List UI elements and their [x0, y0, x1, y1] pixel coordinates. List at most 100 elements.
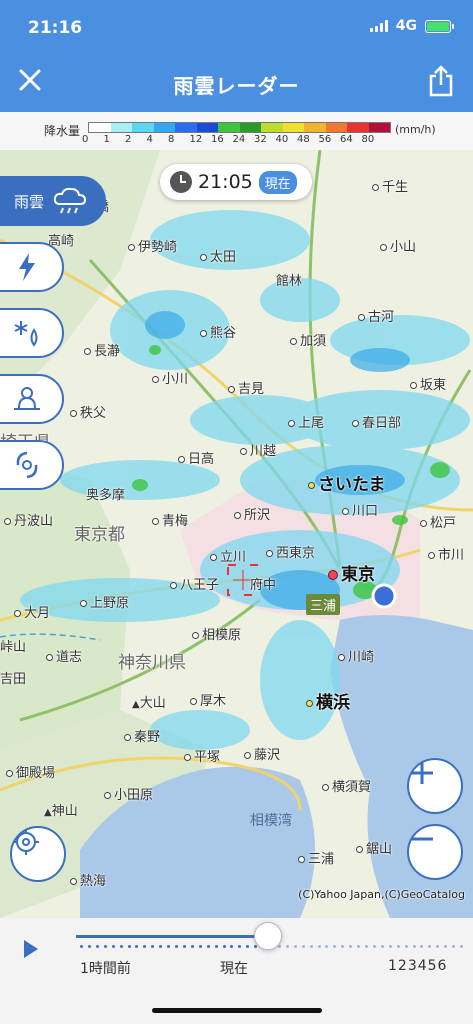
place-label: 東京	[328, 560, 375, 585]
timeline-tick	[404, 945, 408, 948]
place-label: 太田	[200, 246, 236, 265]
layer-button-lightning[interactable]	[0, 242, 64, 292]
place-label: 大月	[14, 602, 50, 621]
timeline-tick	[246, 945, 250, 948]
legend-color-cell	[153, 123, 175, 132]
timeline-tick	[372, 945, 376, 948]
timeline-tick	[119, 945, 123, 948]
timeline-tick	[175, 945, 178, 948]
clock-icon	[170, 171, 192, 193]
home-indicator	[152, 1008, 322, 1013]
timeline-tick	[293, 945, 297, 948]
place-label: 上野原	[80, 592, 129, 611]
timeline-tick	[420, 945, 424, 948]
timeline-tick	[222, 945, 226, 948]
place-label: 横須賀	[322, 776, 371, 795]
place-label: 御殿場	[6, 762, 55, 781]
layer-button-snow[interactable]	[0, 308, 64, 358]
crosshair-icon	[13, 829, 39, 855]
timeline-tick	[103, 945, 107, 948]
timeline-knob[interactable]	[254, 922, 282, 950]
timeline-tick	[317, 945, 321, 948]
legend-color-cell	[261, 123, 283, 132]
legend-label: 降水量	[44, 124, 81, 138]
timeline-tick	[412, 945, 416, 948]
layer-button-typhoon[interactable]	[0, 440, 64, 490]
typhoon-icon	[16, 451, 38, 479]
legend-tick-label: 2	[125, 134, 132, 145]
timeline-progress	[76, 935, 268, 938]
timeline-tick	[87, 945, 91, 948]
legend-color-cell	[110, 123, 132, 132]
radar-map[interactable]: 橋 伊勢崎 高崎 太田 館林 小山 千生 熊谷 加須 古河 長瀞 小川 吉見 坂…	[0, 150, 473, 918]
legend-tick-label: 0	[82, 134, 89, 145]
place-label: 鋸山	[356, 838, 392, 857]
status-time: 21:16	[28, 18, 83, 38]
app-header: 21:16 4G 雨雲レーダー	[0, 0, 473, 112]
legend-tick-label: 24	[232, 134, 246, 145]
legend-tick-label: 48	[297, 134, 310, 145]
minus-icon	[411, 837, 433, 841]
map-copyright: (C)Yahoo Japan,(C)GeoCatalog	[298, 888, 465, 901]
timeline-tick	[341, 945, 345, 948]
precipitation-legend: 降水量 0 1 2 4 8 12 16 24 32 40 48 56 64 80 (mm/h)	[0, 112, 473, 150]
timeline-tick	[80, 945, 83, 948]
legend-color-cell	[304, 123, 326, 132]
timeline-tick	[388, 945, 392, 948]
place-label: 長瀞	[84, 340, 120, 359]
legend-color-cell	[89, 123, 111, 132]
timeline-tick	[143, 945, 147, 948]
legend-tick-label: 80	[361, 134, 375, 145]
timeline-tick	[436, 945, 440, 948]
place-label: 小田原	[104, 784, 153, 803]
page-title: 雨雲レーダー	[173, 74, 300, 98]
timeline-tick	[428, 945, 432, 948]
legend-unit: (mm/h)	[395, 123, 436, 136]
legend-color-cell	[368, 123, 390, 132]
legend-tick-label: 8	[168, 134, 175, 145]
timeline-tick	[182, 945, 186, 948]
place-label: 相模原	[192, 624, 241, 643]
place-label: さいたま	[308, 470, 386, 495]
radar-time-display: 21:05 現在	[160, 164, 312, 200]
place-label: 川崎	[338, 646, 374, 665]
zoom-in-button[interactable]	[407, 758, 463, 814]
place-label: 丹波山	[4, 510, 53, 529]
layer-button-snow-depth[interactable]	[0, 374, 64, 424]
legend-tick-label: 12	[189, 134, 203, 145]
snow-icon	[14, 321, 38, 347]
place-label: 八王子	[170, 574, 219, 593]
lightning-icon	[19, 253, 35, 281]
legend-tick-label: 1	[103, 134, 110, 145]
timeline-tick	[190, 945, 194, 948]
timeline-tick	[214, 945, 218, 948]
timeline-now-label: 現在	[220, 961, 248, 977]
zoom-out-button[interactable]	[407, 824, 463, 880]
signal-icon	[369, 20, 388, 32]
place-label: 上尾	[288, 412, 324, 431]
play-icon[interactable]	[24, 940, 38, 958]
place-label: 道志	[46, 646, 82, 665]
legend-color-cell	[132, 123, 154, 132]
place-label: 松戸	[420, 512, 456, 531]
place-label: 小川	[152, 368, 188, 387]
layer-button-rain[interactable]: 雨雲	[0, 176, 106, 226]
legend-color-cell	[282, 123, 304, 132]
timeline-tick	[159, 945, 163, 948]
timeline-past-label: 1時間前	[80, 961, 131, 977]
place-label: 藤沢	[244, 744, 280, 763]
rain-cloud-icon	[53, 187, 87, 214]
legend-tick-label: 64	[340, 134, 353, 145]
share-icon[interactable]	[427, 64, 455, 98]
legend-color-cell	[347, 123, 369, 132]
timeline-tick	[309, 945, 313, 948]
place-label: 秦野	[124, 726, 160, 745]
current-location-button[interactable]	[10, 826, 66, 882]
place-label: 加須	[290, 330, 326, 349]
place-label: ▲大山	[132, 696, 166, 711]
timeline-tick	[198, 945, 202, 948]
timeline-tick	[135, 945, 139, 948]
timeline-tick	[206, 945, 210, 948]
place-label: 所沢	[234, 504, 270, 523]
place-label: 小山	[380, 236, 416, 255]
